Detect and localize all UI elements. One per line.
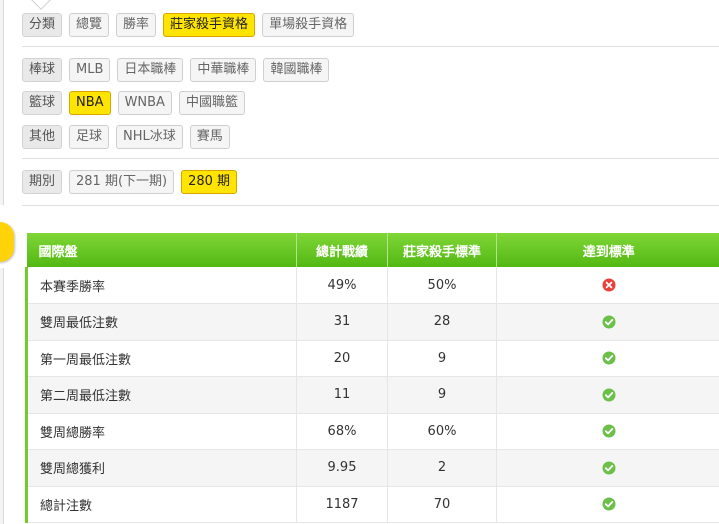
row-standard-value: 28 [387, 303, 497, 341]
row-record-value: 20 [296, 340, 388, 377]
row-item-label: 雙周最低注數 [25, 303, 297, 341]
row-record-value: 9.95 [296, 449, 388, 487]
row-met-status [496, 340, 719, 377]
filter-option-overview[interactable]: 總覽 [69, 13, 110, 37]
filter-option-mlb[interactable]: MLB [69, 58, 111, 82]
period-option-current[interactable]: 280 期 [181, 170, 238, 194]
filter-option-wnba[interactable]: WNBA [117, 91, 172, 115]
filter-option-cpbl[interactable]: 中華職棒 [190, 58, 257, 82]
filter-option-nhl[interactable]: NHL冰球 [116, 125, 183, 149]
row-met-status [496, 486, 719, 523]
row-standard-value: 9 [387, 340, 497, 377]
filter-label-other: 其他 [22, 125, 63, 149]
filter-option-nba[interactable]: NBA [69, 91, 111, 115]
filter-option-bookie-killer[interactable]: 莊家殺手資格 [163, 13, 256, 37]
left-edge-panel [0, 0, 4, 205]
row-record-value: 11 [296, 376, 388, 414]
row-met-status [496, 303, 719, 341]
table-row: 雙周最低注數 31 28 [25, 303, 719, 341]
filter-option-cba[interactable]: 中國職籃 [178, 91, 245, 115]
column-header-item: 國際盤 [26, 233, 297, 267]
row-standard-value: 9 [387, 376, 497, 414]
filter-option-soccer[interactable]: 足球 [69, 125, 110, 149]
row-standard-value: 70 [387, 486, 497, 523]
row-item-label: 雙周總獲利 [25, 449, 297, 487]
filter-label-basketball: 籃球 [22, 91, 63, 115]
left-edge-panel-lower [0, 268, 4, 524]
filter-option-win-rate[interactable]: 勝率 [116, 13, 157, 37]
period-option-next[interactable]: 281 期(下一期) [69, 170, 175, 194]
filter-label-period: 期別 [22, 170, 63, 194]
table-row: 第一周最低注數 20 9 [25, 340, 719, 377]
divider [22, 205, 719, 206]
side-expand-tab[interactable] [0, 222, 14, 262]
check-icon [602, 388, 616, 402]
table-header-row: 國際盤 總計戰績 莊家殺手標準 達到標準 [26, 233, 719, 267]
row-record-value: 31 [296, 303, 388, 341]
table-row: 第二周最低注數 11 9 [25, 376, 719, 414]
qualification-table: 國際盤 總計戰績 莊家殺手標準 達到標準 本賽季勝率 49% 50% 雙周最低注數 31… [25, 233, 719, 523]
filter-row-other: 其他 足球 NHL冰球 賽馬 [22, 125, 230, 149]
check-icon [602, 497, 616, 511]
row-standard-value: 60% [387, 413, 497, 450]
column-header-record: 總計戰績 [296, 233, 388, 267]
filter-option-npb[interactable]: 日本職棒 [117, 58, 184, 82]
row-met-status [496, 376, 719, 414]
column-header-met: 達到標準 [496, 233, 719, 267]
filter-row-basketball: 籃球 NBA WNBA 中國職籃 [22, 91, 245, 115]
row-record-value: 68% [296, 413, 388, 450]
column-header-standard: 莊家殺手標準 [387, 233, 497, 267]
row-standard-value: 2 [387, 449, 497, 487]
table-row: 雙周總獲利 9.95 2 [25, 449, 719, 487]
filter-row-baseball: 棒球 MLB 日本職棒 中華職棒 韓國職棒 [22, 58, 330, 82]
check-icon [602, 424, 616, 438]
row-met-status [496, 267, 719, 304]
dropdown-pointer [34, 0, 48, 8]
filter-row-period: 期別 281 期(下一期) 280 期 [22, 170, 238, 194]
filter-option-kbo[interactable]: 韓國職棒 [263, 58, 330, 82]
row-standard-value: 50% [387, 267, 497, 304]
check-icon [602, 315, 616, 329]
row-item-label: 第二周最低注數 [25, 376, 297, 414]
filter-label-category: 分類 [22, 13, 63, 37]
filter-option-horse-racing[interactable]: 賽馬 [189, 125, 230, 149]
divider [22, 158, 719, 159]
row-item-label: 第一周最低注數 [25, 340, 297, 377]
check-icon [602, 461, 616, 475]
row-item-label: 總計注數 [25, 486, 297, 523]
filter-label-baseball: 棒球 [22, 58, 63, 82]
filter-option-single-killer[interactable]: 單場殺手資格 [262, 13, 355, 37]
check-icon [602, 351, 616, 365]
row-met-status [496, 413, 719, 450]
table-row: 雙周總勝率 68% 60% [25, 413, 719, 450]
row-record-value: 1187 [296, 486, 388, 523]
table-row: 總計注數 1187 70 [25, 486, 719, 523]
table-row: 本賽季勝率 49% 50% [25, 267, 719, 304]
row-item-label: 雙周總勝率 [25, 413, 297, 450]
divider [22, 46, 719, 47]
row-record-value: 49% [296, 267, 388, 304]
filter-row-category: 分類 總覽 勝率 莊家殺手資格 單場殺手資格 [22, 13, 355, 37]
row-item-label: 本賽季勝率 [25, 267, 297, 304]
fail-icon [602, 278, 616, 292]
row-met-status [496, 449, 719, 487]
